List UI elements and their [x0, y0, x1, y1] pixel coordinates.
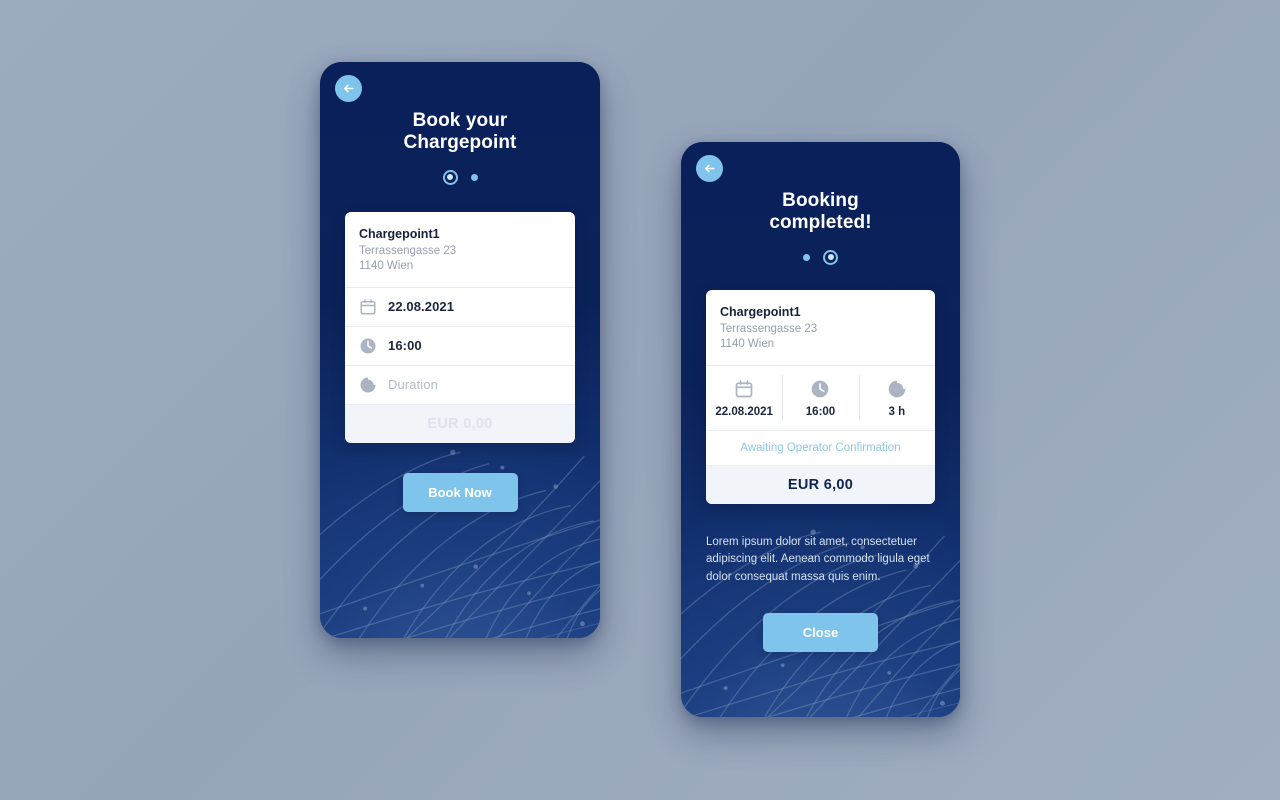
book-now-button[interactable]: Book Now [402, 472, 518, 512]
close-button[interactable]: Close [763, 613, 878, 652]
phone-mockup-confirmation: Booking completed! Chargepoint1 Terrasse… [681, 142, 960, 717]
chargepoint-name: Chargepoint1 [359, 227, 440, 242]
duration-pie-icon [861, 379, 933, 399]
page-title-line2: Chargepoint [403, 132, 517, 154]
chargepoint-info: Chargepoint1 Terrassengasse 23 1140 Wien [345, 212, 575, 288]
calendar-icon [359, 298, 377, 316]
pagination-dot-2[interactable] [823, 249, 838, 265]
page-title-line1: Booking [782, 190, 859, 211]
date-field[interactable]: 22.08.2021 [345, 288, 575, 327]
back-button[interactable] [335, 75, 362, 102]
summary-time: 16:00 [782, 366, 858, 430]
chargepoint-address-line2: 1140 Wien [720, 338, 775, 351]
pagination-dot-1[interactable] [442, 169, 458, 185]
pagination-dots [681, 249, 960, 265]
back-button[interactable] [696, 155, 723, 182]
canvas: Book your Chargepoint Chargepoint1 Terra… [0, 0, 1280, 800]
chargepoint-address-line1: Terrassengasse 23 [720, 322, 818, 335]
summary-date-value: 22.08.2021 [715, 405, 773, 418]
confirmation-card: Chargepoint1 Terrassengasse 23 1140 Wien… [706, 290, 935, 504]
pagination-dot-1[interactable] [803, 253, 810, 261]
chargepoint-address-line1: Terrassengasse 23 [359, 244, 457, 257]
duration-placeholder: Duration [388, 377, 438, 393]
booking-summary: 22.08.2021 16:00 3 h [706, 366, 935, 431]
date-value: 22.08.2021 [388, 299, 455, 315]
page-title-line1: Book your [412, 110, 508, 131]
summary-duration-value: 3 h [888, 405, 906, 418]
time-field[interactable]: 16:00 [345, 327, 575, 366]
arrow-left-icon [341, 81, 356, 96]
pagination-dot-2[interactable] [470, 173, 478, 181]
summary-date: 22.08.2021 [706, 366, 782, 430]
clock-icon [359, 337, 377, 355]
chargepoint-name: Chargepoint1 [720, 305, 801, 320]
duration-field[interactable]: Duration [345, 366, 575, 405]
summary-time-value: 16:00 [805, 405, 836, 418]
time-value: 16:00 [388, 338, 422, 354]
arrow-left-icon [702, 161, 717, 176]
page-title: Book your Chargepoint [320, 62, 600, 154]
page-title: Booking completed! [681, 142, 960, 234]
total-price: EUR 6,00 [706, 465, 935, 504]
total-price: EUR 0,00 [345, 404, 575, 443]
clock-icon [784, 379, 856, 399]
chargepoint-address-line2: 1140 Wien [359, 260, 414, 273]
summary-duration: 3 h [858, 366, 935, 430]
description-text: Lorem ipsum dolor sit amet, consectetuer… [706, 535, 930, 583]
phone-mockup-booking: Book your Chargepoint Chargepoint1 Terra… [320, 62, 600, 638]
duration-pie-icon [359, 376, 377, 394]
pagination-dots [320, 169, 600, 185]
page-title-line2: completed! [769, 212, 872, 234]
chargepoint-info: Chargepoint1 Terrassengasse 23 1140 Wien [706, 290, 935, 366]
booking-card: Chargepoint1 Terrassengasse 23 1140 Wien… [345, 212, 575, 443]
status-badge: Awaiting Operator Confirmation [706, 431, 935, 466]
calendar-icon [708, 379, 780, 399]
